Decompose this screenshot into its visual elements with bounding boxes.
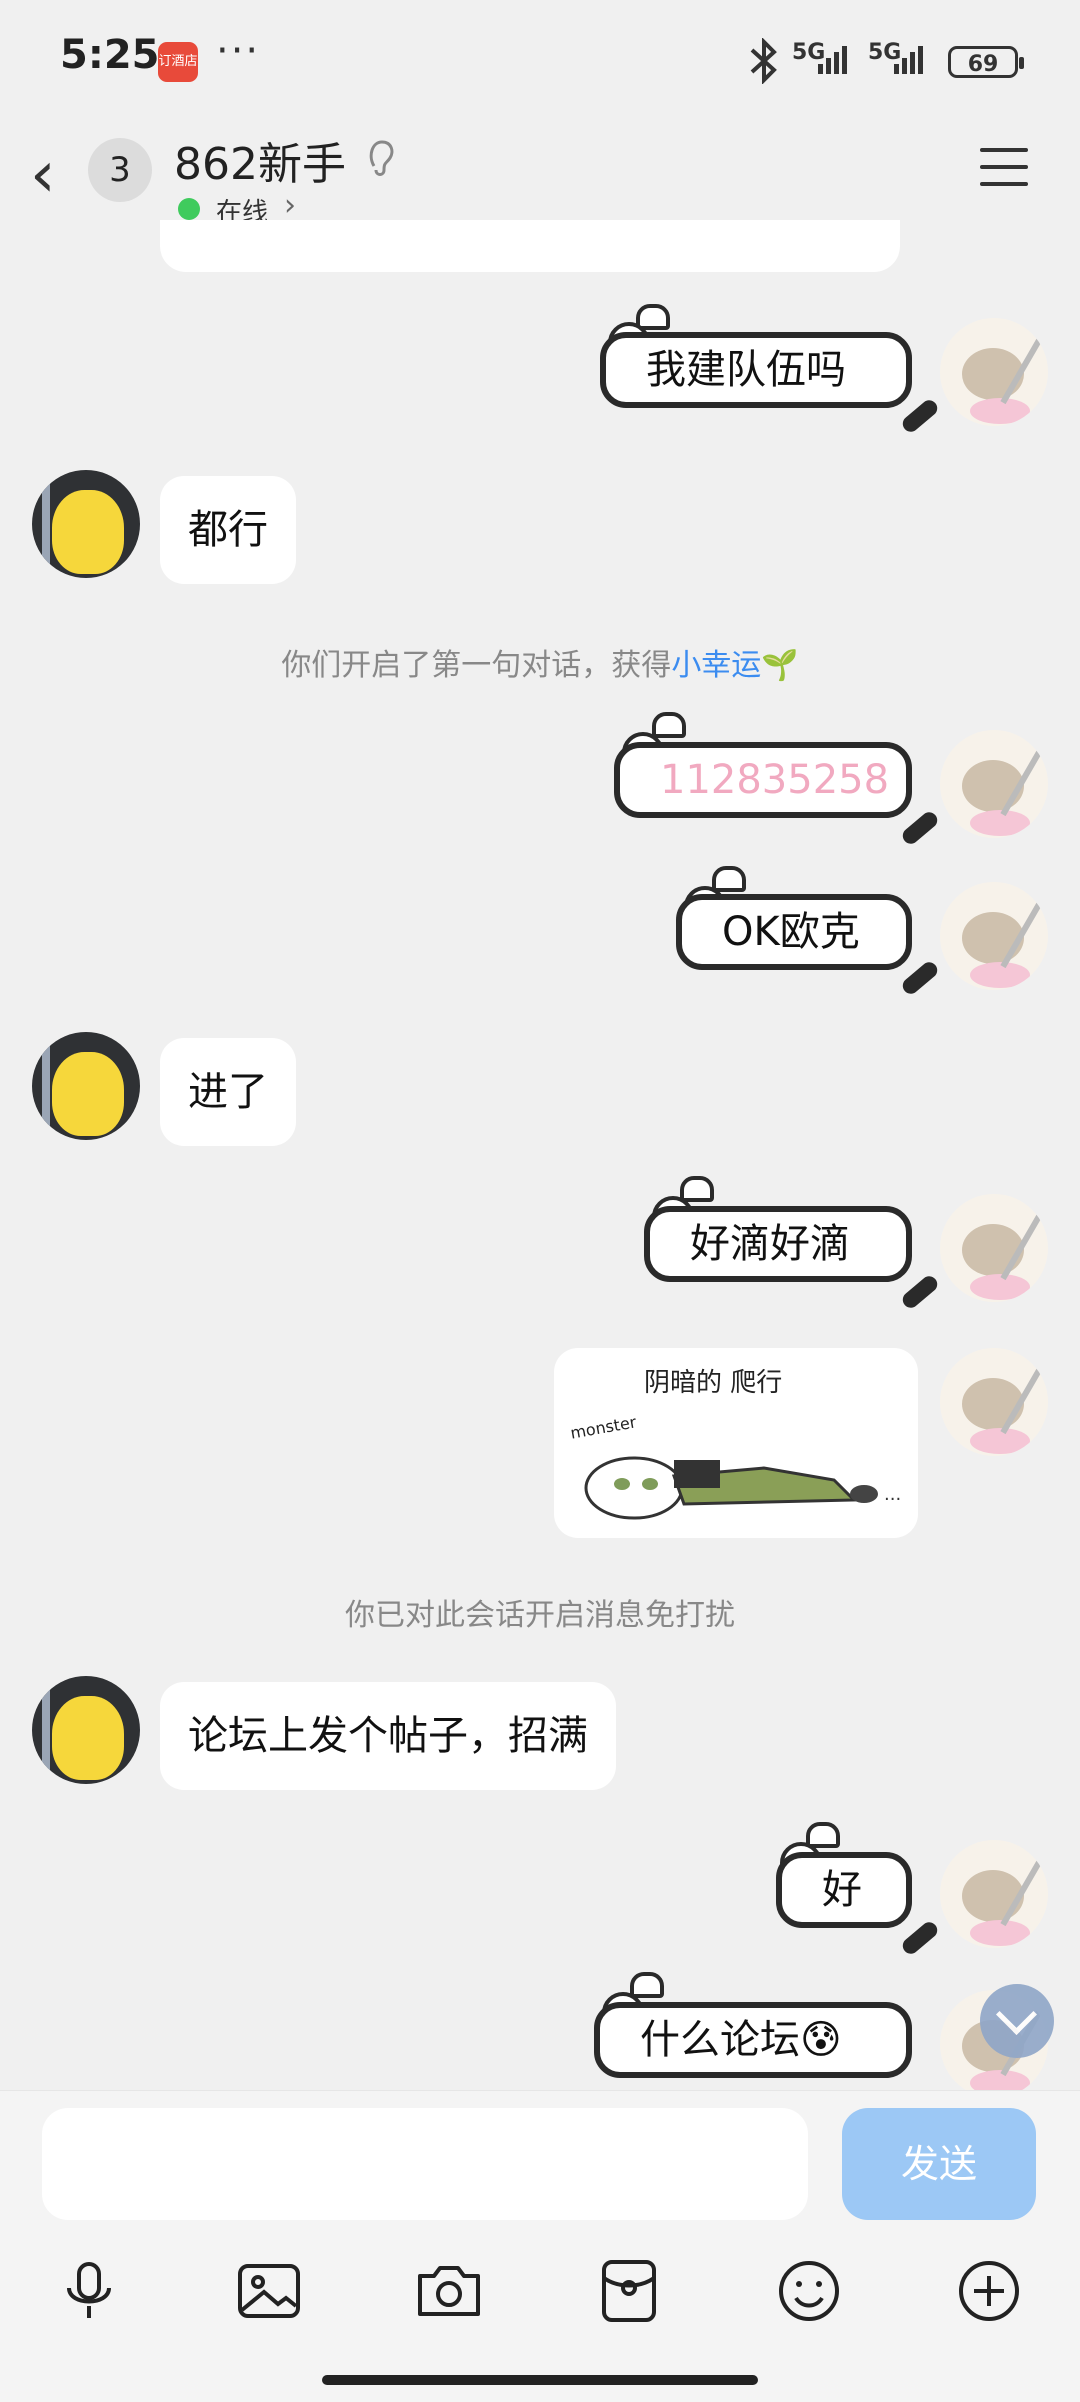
- ear-icon[interactable]: [366, 138, 396, 178]
- sticker-decoration: [899, 397, 941, 435]
- sticker-decoration: [899, 1273, 941, 1311]
- send-button[interactable]: 发送: [842, 2108, 1036, 2220]
- message-bubble-contact[interactable]: 论坛上发个帖子，招满: [160, 1682, 616, 1790]
- status-time: 5:25: [60, 32, 160, 78]
- chevron-right-icon[interactable]: ›: [284, 188, 296, 223]
- sticker-decoration: [899, 1919, 941, 1957]
- camera-icon[interactable]: [414, 2256, 484, 2326]
- lucky-link[interactable]: 小幸运: [671, 648, 761, 683]
- crawling-character-illustration: ...: [584, 1456, 901, 1520]
- home-indicator[interactable]: [322, 2375, 758, 2385]
- message-bubble-self[interactable]: 好滴好滴: [644, 1206, 912, 1282]
- scroll-to-bottom-button[interactable]: [980, 1984, 1054, 2058]
- avatar-self[interactable]: [940, 882, 1048, 990]
- menu-icon[interactable]: [980, 148, 1028, 188]
- message-bubble-self[interactable]: 我建队伍吗: [600, 332, 912, 408]
- battery-indicator: 69: [948, 46, 1024, 78]
- more-notifications-icon: ···: [216, 28, 261, 74]
- system-notice: 你们开启了第一句对话，获得小幸运🌱: [0, 640, 1080, 684]
- message-bubble-self[interactable]: OK欧克: [676, 894, 912, 970]
- signal-bars-1-icon: [818, 46, 850, 82]
- message-bubble-partial: [160, 220, 900, 272]
- sticker-decoration: [712, 866, 746, 892]
- plus-icon[interactable]: [954, 2256, 1024, 2326]
- back-button[interactable]: ‹: [30, 138, 56, 212]
- unread-count-badge[interactable]: 3: [88, 138, 152, 202]
- message-bubble-self[interactable]: 好: [776, 1852, 912, 1928]
- chevron-down-icon: [995, 1993, 1038, 2036]
- app-notification-icon: 订酒店: [158, 42, 198, 82]
- image-icon[interactable]: [234, 2256, 304, 2326]
- image-message[interactable]: 阴暗的 爬行 monster ...: [554, 1348, 918, 1538]
- avatar-self[interactable]: [940, 1348, 1048, 1456]
- sprout-icon: 🌱: [761, 648, 799, 683]
- microphone-icon[interactable]: [54, 2256, 124, 2326]
- sticker-decoration: [899, 809, 941, 847]
- mute-notice: 你已对此会话开启消息免打扰: [345, 1598, 735, 1633]
- emoji-icon[interactable]: [774, 2256, 844, 2326]
- message-bubble-contact[interactable]: 都行: [160, 476, 296, 584]
- avatar-self[interactable]: [940, 318, 1048, 426]
- bluetooth-icon: [750, 38, 777, 84]
- avatar-self[interactable]: [940, 730, 1048, 838]
- online-status-dot: [178, 198, 200, 220]
- message-bubble-self[interactable]: 112835258: [614, 742, 912, 818]
- red-packet-icon[interactable]: [594, 2256, 664, 2326]
- svg-text:...: ...: [884, 1484, 901, 1505]
- sticker-decoration: [680, 1176, 714, 1202]
- sticker-decoration: [652, 712, 686, 738]
- signal-bars-2-icon: [894, 46, 926, 82]
- avatar-contact[interactable]: [32, 1032, 140, 1140]
- message-bubble-self[interactable]: 什么论坛😰: [594, 2002, 912, 2078]
- message-bubble-contact[interactable]: 进了: [160, 1038, 296, 1146]
- avatar-contact[interactable]: [32, 470, 140, 578]
- sticker-decoration: [899, 959, 941, 997]
- avatar-self[interactable]: [940, 1840, 1048, 1948]
- sticker-decoration: [630, 1972, 664, 1998]
- contact-name[interactable]: 862新手: [174, 128, 346, 192]
- avatar-self[interactable]: [940, 1194, 1048, 1302]
- system-notice-text: 你们开启了第一句对话，获得: [281, 648, 672, 683]
- avatar-contact[interactable]: [32, 1676, 140, 1784]
- message-input[interactable]: [42, 2108, 808, 2220]
